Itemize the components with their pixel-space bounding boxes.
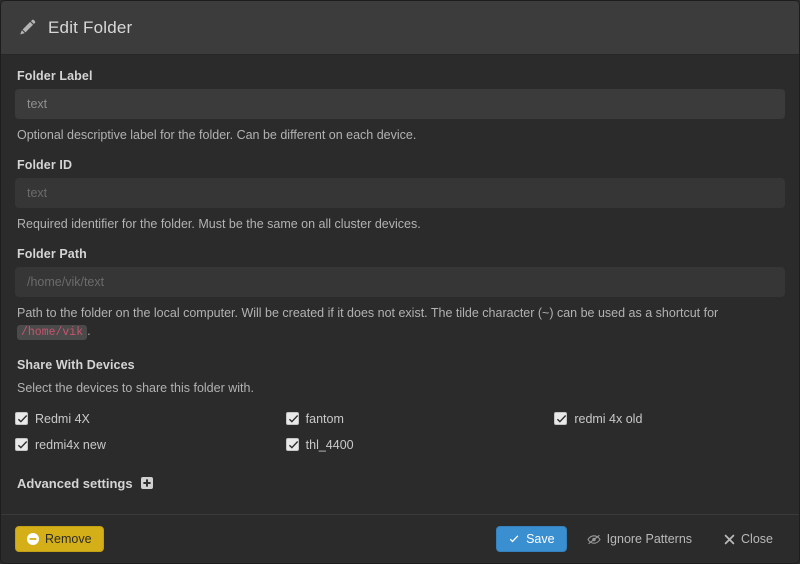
remove-button-label: Remove — [45, 531, 92, 546]
device-label: Redmi 4X — [35, 411, 90, 426]
checkbox-checked-icon[interactable] — [15, 412, 28, 425]
folder-id-help: Required identifier for the folder. Must… — [17, 216, 421, 231]
folder-path-label: Folder Path — [17, 246, 87, 261]
folder-path-help-period: . — [87, 324, 91, 339]
folder-label-input[interactable] — [15, 89, 785, 119]
close-button-label: Close — [741, 531, 773, 546]
home-path-code: /home/vik — [17, 325, 88, 341]
folder-path-group: Folder Path Path to the folder on the lo… — [15, 247, 785, 342]
save-button[interactable]: Save — [496, 526, 567, 552]
share-with-devices-heading: Share With Devices — [17, 357, 135, 372]
remove-button[interactable]: Remove — [15, 526, 104, 552]
device-checkbox-redmi4x-new[interactable]: redmi4x new — [15, 432, 272, 458]
checkbox-checked-icon[interactable] — [285, 438, 299, 451]
folder-label-label: Folder Label — [17, 69, 93, 83]
device-checkbox-redmi-4x-old[interactable]: redmi 4x old — [528, 406, 785, 432]
modal-body: Folder Label Optional descriptive label … — [1, 55, 799, 514]
modal-footer: Remove Save Ignore Patterns Close — [1, 514, 799, 563]
times-icon — [724, 534, 735, 545]
ignore-patterns-button-label: Ignore Patterns — [606, 531, 693, 546]
advanced-settings-toggle[interactable]: Advanced settings — [17, 476, 785, 491]
device-label: redmi 4x old — [574, 411, 643, 426]
device-label: thl_4400 — [305, 437, 354, 452]
folder-path-input[interactable] — [15, 266, 785, 297]
check-icon — [508, 534, 520, 545]
pencil-icon — [17, 18, 37, 38]
folder-path-help-text: Path to the folder on the local computer… — [17, 305, 719, 320]
minus-circle-icon — [27, 533, 39, 545]
folder-id-input[interactable] — [15, 177, 785, 208]
page-title: Edit Folder — [48, 17, 133, 37]
eye-slash-icon — [586, 534, 601, 545]
checkbox-checked-icon[interactable] — [554, 412, 568, 425]
device-checkbox-redmi-4x[interactable]: Redmi 4X — [15, 406, 272, 432]
device-label: redmi4x new — [35, 437, 106, 452]
plus-square-icon[interactable] — [140, 477, 153, 489]
device-label: fantom — [305, 411, 344, 426]
close-button[interactable]: Close — [712, 526, 785, 552]
footer-actions: Save Ignore Patterns Close — [496, 526, 785, 552]
modal-header: Edit Folder — [1, 1, 799, 55]
folder-id-label: Folder ID — [17, 157, 73, 172]
device-checkbox-fantom[interactable]: fantom — [272, 406, 529, 432]
checkbox-checked-icon[interactable] — [15, 438, 28, 451]
folder-path-help: Path to the folder on the local computer… — [17, 304, 752, 342]
share-with-devices-subtext: Select the devices to share this folder … — [17, 380, 254, 395]
device-checkbox-thl-4400[interactable]: thl_4400 — [272, 432, 529, 458]
ignore-patterns-button[interactable]: Ignore Patterns — [575, 526, 704, 552]
edit-folder-modal: Edit Folder Folder Label Optional descri… — [0, 0, 800, 564]
save-button-label: Save — [526, 531, 555, 546]
folder-id-group: Folder ID Required identifier for the fo… — [15, 158, 785, 234]
checkbox-checked-icon[interactable] — [285, 412, 299, 425]
folder-label-group: Folder Label Optional descriptive label … — [15, 69, 785, 145]
device-checkbox-grid: Redmi 4X fantom redmi 4x old redmi4x new — [15, 406, 785, 458]
advanced-settings-label: Advanced settings — [17, 475, 133, 491]
folder-label-help: Optional descriptive label for the folde… — [17, 128, 417, 142]
